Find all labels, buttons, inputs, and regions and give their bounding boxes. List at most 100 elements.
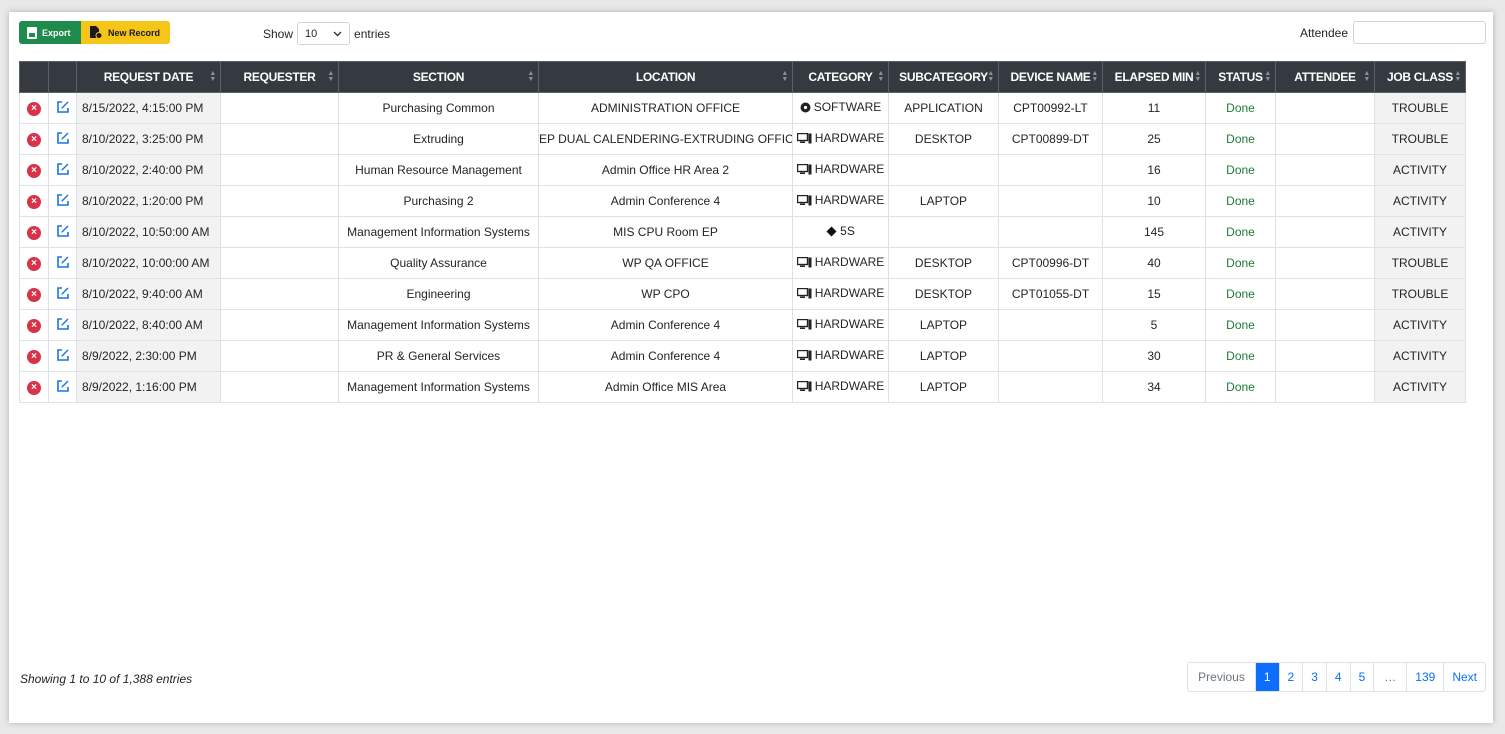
job-class-cell: TROUBLE	[1374, 247, 1466, 279]
edit-icon[interactable]	[56, 131, 70, 145]
delete-icon[interactable]: ×	[27, 226, 41, 240]
delete-icon[interactable]: ×	[27, 164, 41, 178]
category-label: HARDWARE	[814, 348, 885, 363]
table-row: × 8/15/2022, 4:15:00 PM Purchasing Common A…	[19, 92, 1466, 124]
device-name-cell: CPT01055-DT	[998, 278, 1103, 310]
job-class-cell: TROUBLE	[1374, 92, 1466, 124]
subcategory-cell	[888, 154, 999, 186]
entries-select[interactable]: 10	[297, 22, 351, 45]
attendee-cell	[1275, 278, 1375, 310]
edit-icon[interactable]	[56, 255, 70, 269]
delete-icon[interactable]: ×	[27, 102, 41, 116]
attendee-cell	[1275, 340, 1375, 372]
pagination-previous: Previous	[1198, 670, 1245, 684]
desktop-icon	[796, 287, 812, 299]
edit-icon[interactable]	[56, 100, 70, 114]
category-cell: HARDWARE	[792, 278, 889, 310]
column-label: REQUESTER	[243, 70, 316, 84]
attendee-input[interactable]	[1353, 21, 1486, 44]
job-class-cell: TROUBLE	[1374, 123, 1466, 155]
desktop-icon	[796, 163, 812, 175]
attendee-label: Attendee	[1299, 25, 1348, 40]
col-requester[interactable]: REQUESTER ▲ ▼	[220, 61, 339, 93]
desktop-icon	[796, 256, 812, 268]
column-label: SECTION	[412, 70, 465, 84]
disc-icon	[800, 102, 811, 113]
status-cell: Done	[1205, 278, 1276, 310]
device-name-cell: CPT00992-LT	[998, 92, 1103, 124]
table-body: × 8/15/2022, 4:15:00 PM Purchasing Common A…	[19, 92, 1466, 403]
delete-cell: ×	[19, 185, 49, 217]
delete-icon[interactable]: ×	[27, 381, 41, 395]
job-class-cell: ACTIVITY	[1374, 371, 1466, 403]
col-elapsed-min[interactable]: ELAPSED MIN ▲ ▼	[1102, 61, 1206, 93]
col-job-class[interactable]: JOB CLASS ▲ ▼	[1374, 61, 1466, 93]
delete-icon[interactable]: ×	[27, 319, 41, 333]
table-row: × 8/9/2022, 1:16:00 PM Management Informat…	[19, 371, 1466, 403]
elapsed-min-cell: 16	[1102, 154, 1206, 186]
edit-icon[interactable]	[56, 348, 70, 362]
category-cell: HARDWARE	[792, 371, 889, 403]
new-record-button[interactable]: New Record	[81, 21, 170, 44]
delete-cell: ×	[19, 216, 49, 248]
edit-icon[interactable]	[56, 286, 70, 300]
delete-icon[interactable]: ×	[27, 288, 41, 302]
requester-cell	[220, 92, 339, 124]
status-cell: Done	[1205, 309, 1276, 341]
device-name-cell	[998, 154, 1103, 186]
requester-cell	[220, 185, 339, 217]
edit-cell	[48, 247, 77, 279]
delete-icon[interactable]: ×	[27, 257, 41, 271]
delete-icon[interactable]: ×	[27, 133, 41, 147]
col-category[interactable]: CATEGORY ▲ ▼	[792, 61, 889, 93]
col-subcategory[interactable]: SUBCATEGORY ▲ ▼	[888, 61, 999, 93]
export-button[interactable]: Export	[19, 21, 81, 44]
job-class-cell: TROUBLE	[1374, 278, 1466, 310]
category-label: HARDWARE	[814, 317, 885, 332]
location-cell: EP DUAL CALENDERING-EXTRUDING OFFICE	[538, 123, 793, 155]
column-label: DEVICE NAME	[1010, 70, 1091, 84]
col-location[interactable]: LOCATION ▲ ▼	[538, 61, 793, 93]
edit-icon[interactable]	[56, 224, 70, 238]
device-name-cell	[998, 371, 1103, 403]
col-attendee[interactable]: ATTENDEE ▲ ▼	[1275, 61, 1375, 93]
section-cell: Quality Assurance	[338, 247, 539, 279]
pagination-page[interactable]: 1	[1254, 663, 1279, 691]
edit-icon[interactable]	[56, 162, 70, 176]
edit-icon[interactable]	[56, 193, 70, 207]
diamond-icon	[826, 226, 837, 237]
pagination-page[interactable]: 5	[1349, 663, 1374, 691]
sort-icon: ▲ ▼	[327, 70, 334, 83]
device-name-cell	[998, 216, 1103, 248]
attendee-cell	[1275, 309, 1375, 341]
sort-icon: ▲ ▼	[877, 70, 884, 83]
col-device-name[interactable]: DEVICE NAME ▲ ▼	[998, 61, 1103, 93]
delete-cell: ×	[19, 278, 49, 310]
edit-icon[interactable]	[56, 379, 70, 393]
sort-icon: ▲ ▼	[1194, 70, 1201, 83]
request-date-cell: 8/10/2022, 1:20:00 PM	[76, 185, 221, 217]
pagination-page[interactable]: 3	[1302, 663, 1326, 691]
col-section[interactable]: SECTION ▲ ▼	[338, 61, 539, 93]
category-cell: HARDWARE	[792, 309, 889, 341]
edit-cell	[48, 278, 77, 310]
elapsed-min-cell: 15	[1102, 278, 1206, 310]
category-label: HARDWARE	[814, 255, 885, 270]
table-row: × 8/10/2022, 10:00:00 AM Quality Assurance…	[19, 247, 1466, 279]
pagination-page[interactable]: 2	[1278, 663, 1303, 691]
edit-icon[interactable]	[56, 317, 70, 331]
desktop-icon	[796, 132, 812, 144]
col-status[interactable]: STATUS ▲ ▼	[1205, 61, 1276, 93]
delete-icon[interactable]: ×	[27, 195, 41, 209]
pagination-next[interactable]: Next	[1443, 663, 1485, 691]
pagination-page[interactable]: 139	[1406, 663, 1443, 691]
location-cell: Admin Conference 4	[538, 309, 793, 341]
delete-cell: ×	[19, 247, 49, 279]
delete-icon[interactable]: ×	[27, 350, 41, 364]
col-request-date[interactable]: REQUEST DATE ▲ ▼	[76, 61, 221, 93]
pagination-page[interactable]: 4	[1325, 663, 1350, 691]
status-cell: Done	[1205, 247, 1276, 279]
location-cell: WP CPO	[538, 278, 793, 310]
attendee-cell	[1275, 185, 1375, 217]
desktop-icon	[796, 194, 812, 206]
